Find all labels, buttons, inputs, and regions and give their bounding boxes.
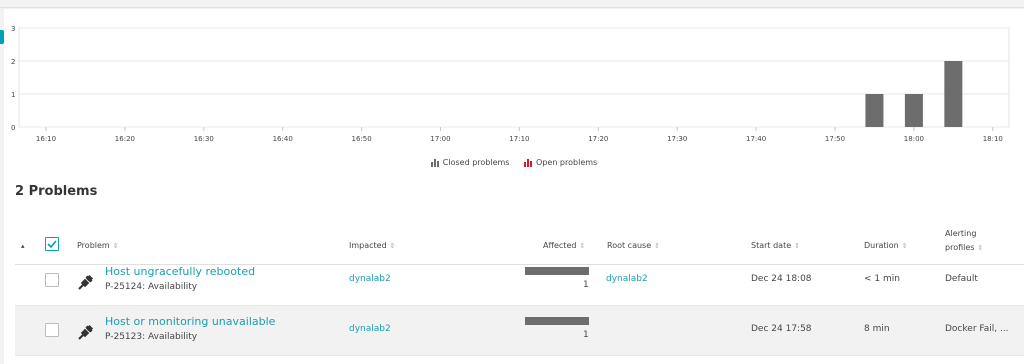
x-tick-label: 16:20 (115, 135, 135, 143)
x-tick-label: 16:30 (194, 135, 214, 143)
x-tick-label: 16:40 (273, 135, 293, 143)
column-duration[interactable]: Duration ⇕ (864, 241, 908, 250)
duration: < 1 min (864, 274, 900, 284)
affected-count: 1 (583, 280, 589, 290)
affected-bar (525, 267, 589, 275)
legend-closed-problems[interactable]: Closed problems (430, 158, 510, 167)
table-row[interactable]: Host or monitoring unavailable P-25123: … (15, 306, 1024, 356)
sort-icon: ⇕ (901, 242, 908, 250)
x-tick-label: 18:10 (983, 135, 1003, 143)
x-tick-label: 17:30 (667, 135, 687, 143)
sort-icon: ⇕ (977, 244, 984, 252)
sort-icon: ⇕ (112, 242, 119, 250)
closed-problems-icon (430, 158, 439, 167)
plot-frame (18, 27, 1010, 128)
chart-legend: Closed problems Open problems (4, 158, 1024, 169)
plug-icon (78, 274, 94, 290)
top-bar (0, 0, 1024, 8)
column-root-cause[interactable]: Root cause ⇕ (607, 241, 660, 250)
collapse-icon[interactable]: ▴ (21, 242, 25, 250)
impacted-entity-link[interactable]: dynalab2 (349, 324, 391, 334)
problems-chart-svg: 0 1 2 3 16:10 16:20 16:30 16:40 16:50 17:00 17:10 1… (11, 25, 1010, 143)
sort-icon: ⇕ (389, 242, 396, 250)
root-cause-link[interactable]: dynalab2 (606, 274, 648, 284)
open-problems-icon (524, 158, 533, 167)
legend-open-label: Open problems (536, 158, 598, 167)
column-problem[interactable]: Problem ⇕ (77, 241, 119, 250)
x-tick-label: 17:10 (509, 135, 529, 143)
select-all-checkbox[interactable] (45, 237, 59, 251)
x-tick-label: 16:10 (36, 135, 56, 143)
sort-icon: ⇕ (579, 242, 586, 250)
problems-chart: 0 1 2 3 16:10 16:20 16:30 16:40 16:50 17:00 17:10 1… (4, 9, 1024, 184)
x-tick-label: 17:20 (588, 135, 608, 143)
alerting-profiles: Default (945, 274, 978, 284)
affected-bar (525, 317, 589, 325)
x-tick-label: 17:00 (430, 135, 450, 143)
bar-closed-problems (865, 94, 884, 127)
y-tick-label: 0 (11, 124, 15, 132)
problem-title-link[interactable]: Host or monitoring unavailable (105, 315, 275, 328)
impacted-entity-link[interactable]: dynalab2 (349, 274, 391, 284)
x-tick-label: 17:50 (825, 135, 845, 143)
alerting-profiles: Docker Fail, ... (945, 324, 1009, 334)
affected-count: 1 (583, 330, 589, 340)
y-tick-label: 3 (11, 25, 15, 33)
check-icon (47, 240, 57, 249)
problems-panel: 0 1 2 3 16:10 16:20 16:30 16:40 16:50 17:00 17:10 1… (4, 9, 1024, 364)
bar-closed-problems (944, 61, 963, 127)
y-tick-label: 1 (11, 91, 15, 99)
x-tick-label: 18:00 (904, 135, 924, 143)
bar-closed-problems (904, 94, 923, 127)
y-tick-label: 2 (11, 58, 15, 66)
sort-icon: ⇕ (794, 242, 800, 250)
start-date: Dec 24 17:58 (751, 324, 812, 334)
problem-id: P-25123: Availability (105, 332, 198, 342)
legend-closed-label: Closed problems (442, 158, 510, 167)
plug-icon (78, 324, 94, 340)
problem-id: P-25124: Availability (105, 282, 198, 292)
problems-count-heading: 2 Problems (15, 184, 98, 199)
column-impacted[interactable]: Impacted ⇕ (349, 241, 396, 250)
column-alerting-profiles[interactable]: Alerting profiles ⇕ (945, 227, 983, 255)
table-row[interactable]: Host ungracefully rebooted P-25124: Avai… (15, 256, 1024, 306)
column-start-date[interactable]: Start date ⇕ (751, 241, 800, 250)
x-tick-label: 17:40 (746, 135, 766, 143)
column-affected[interactable]: Affected ⇕ (543, 241, 585, 250)
legend-open-problems[interactable]: Open problems (524, 158, 597, 167)
x-tick-label: 16:50 (352, 135, 372, 143)
problem-title-link[interactable]: Host ungracefully rebooted (105, 265, 255, 278)
duration: 8 min (864, 324, 890, 334)
row-checkbox[interactable] (45, 273, 59, 287)
sort-icon: ⇕ (654, 242, 661, 250)
start-date: Dec 24 18:08 (751, 274, 812, 284)
row-checkbox[interactable] (45, 323, 59, 337)
